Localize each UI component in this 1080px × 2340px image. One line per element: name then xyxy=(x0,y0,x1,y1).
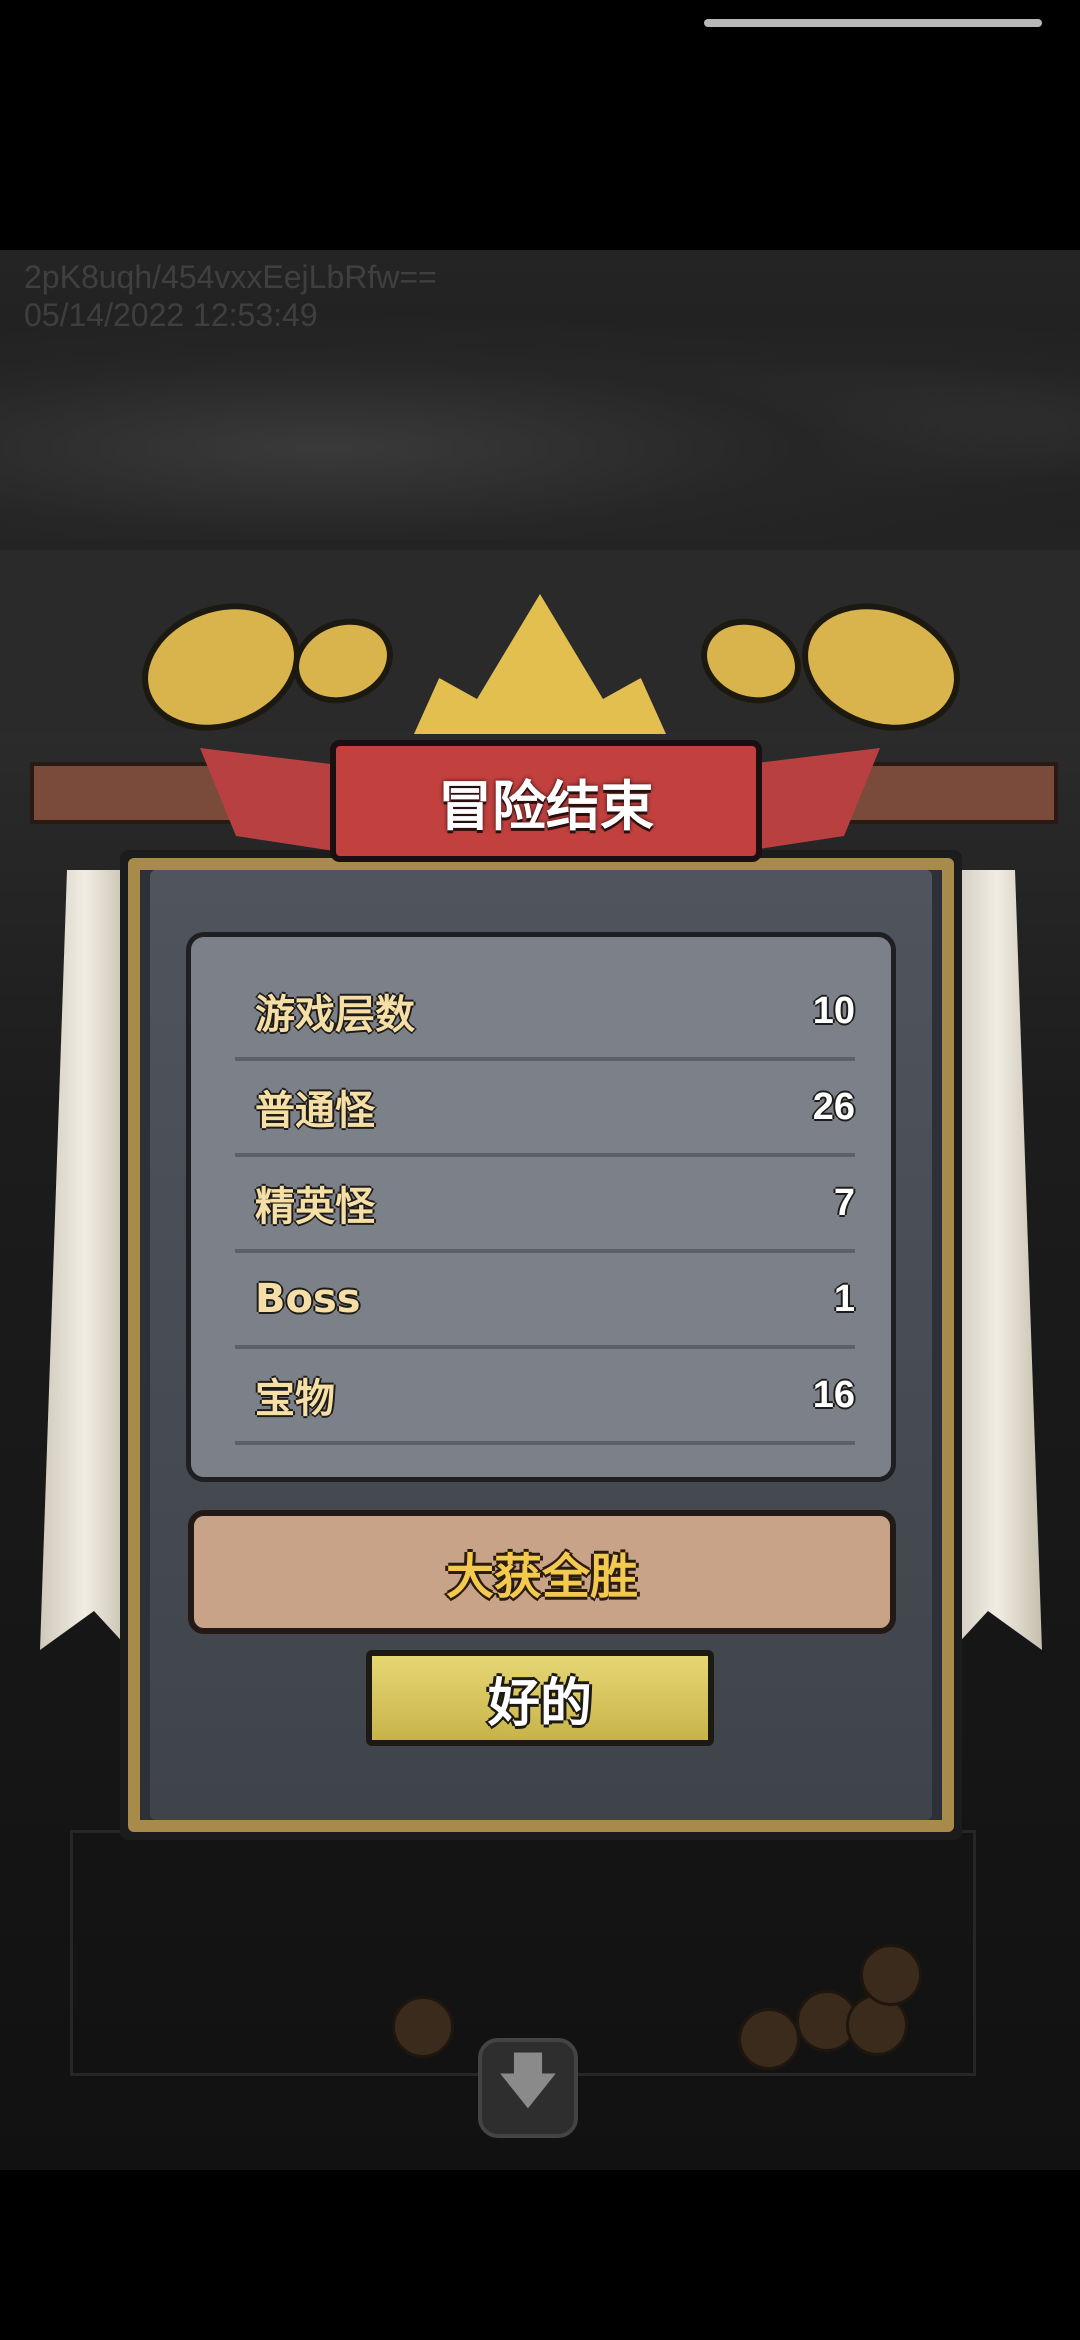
stat-label: 游戏层数 xyxy=(255,992,415,1038)
stat-label: 精英怪 xyxy=(255,1184,375,1230)
stats-panel: 游戏层数 10 普通怪 26 精英怪 7 Boss 1 宝物 16 xyxy=(186,932,896,1482)
stat-value: 16 xyxy=(812,1373,855,1416)
ok-button-label: 好的 xyxy=(487,1673,592,1734)
stat-label: Boss xyxy=(255,1276,361,1322)
stat-value: 1 xyxy=(833,1277,855,1320)
result-banner: 大获全胜 xyxy=(188,1510,896,1634)
stats-row-floors: 游戏层数 10 xyxy=(235,965,855,1061)
scroll-down-button[interactable]: 🡇 xyxy=(478,2038,578,2138)
title-ribbon: 冒险结束 xyxy=(330,740,762,862)
barrel-icon xyxy=(392,1996,454,2058)
session-datetime-text: 05/14/2022 12:53:49 xyxy=(24,297,318,333)
stats-row-normal-monsters: 普通怪 26 xyxy=(235,1061,855,1157)
session-id-text: 2pK8uqh/454vxxEejLbRfw== xyxy=(24,259,437,295)
home-indicator[interactable] xyxy=(704,19,1042,27)
stat-value: 10 xyxy=(812,989,855,1032)
arrow-down-icon: 🡇 xyxy=(497,2046,559,2116)
stats-row-treasures: 宝物 16 xyxy=(235,1349,855,1445)
stat-value: 7 xyxy=(833,1181,855,1224)
stats-row-elite-monsters: 精英怪 7 xyxy=(235,1157,855,1253)
stats-row-boss: Boss 1 xyxy=(235,1253,855,1349)
stat-label: 普通怪 xyxy=(255,1088,375,1134)
dialog-title: 冒险结束 xyxy=(438,774,654,838)
barrel-icon xyxy=(860,1944,922,2006)
background-rocks xyxy=(0,310,1080,540)
barrel-icon xyxy=(738,2008,800,2070)
ok-button[interactable]: 好的 xyxy=(366,1650,714,1746)
stat-value: 26 xyxy=(812,1085,855,1128)
result-text: 大获全胜 xyxy=(445,1549,638,1605)
stat-label: 宝物 xyxy=(255,1376,335,1422)
